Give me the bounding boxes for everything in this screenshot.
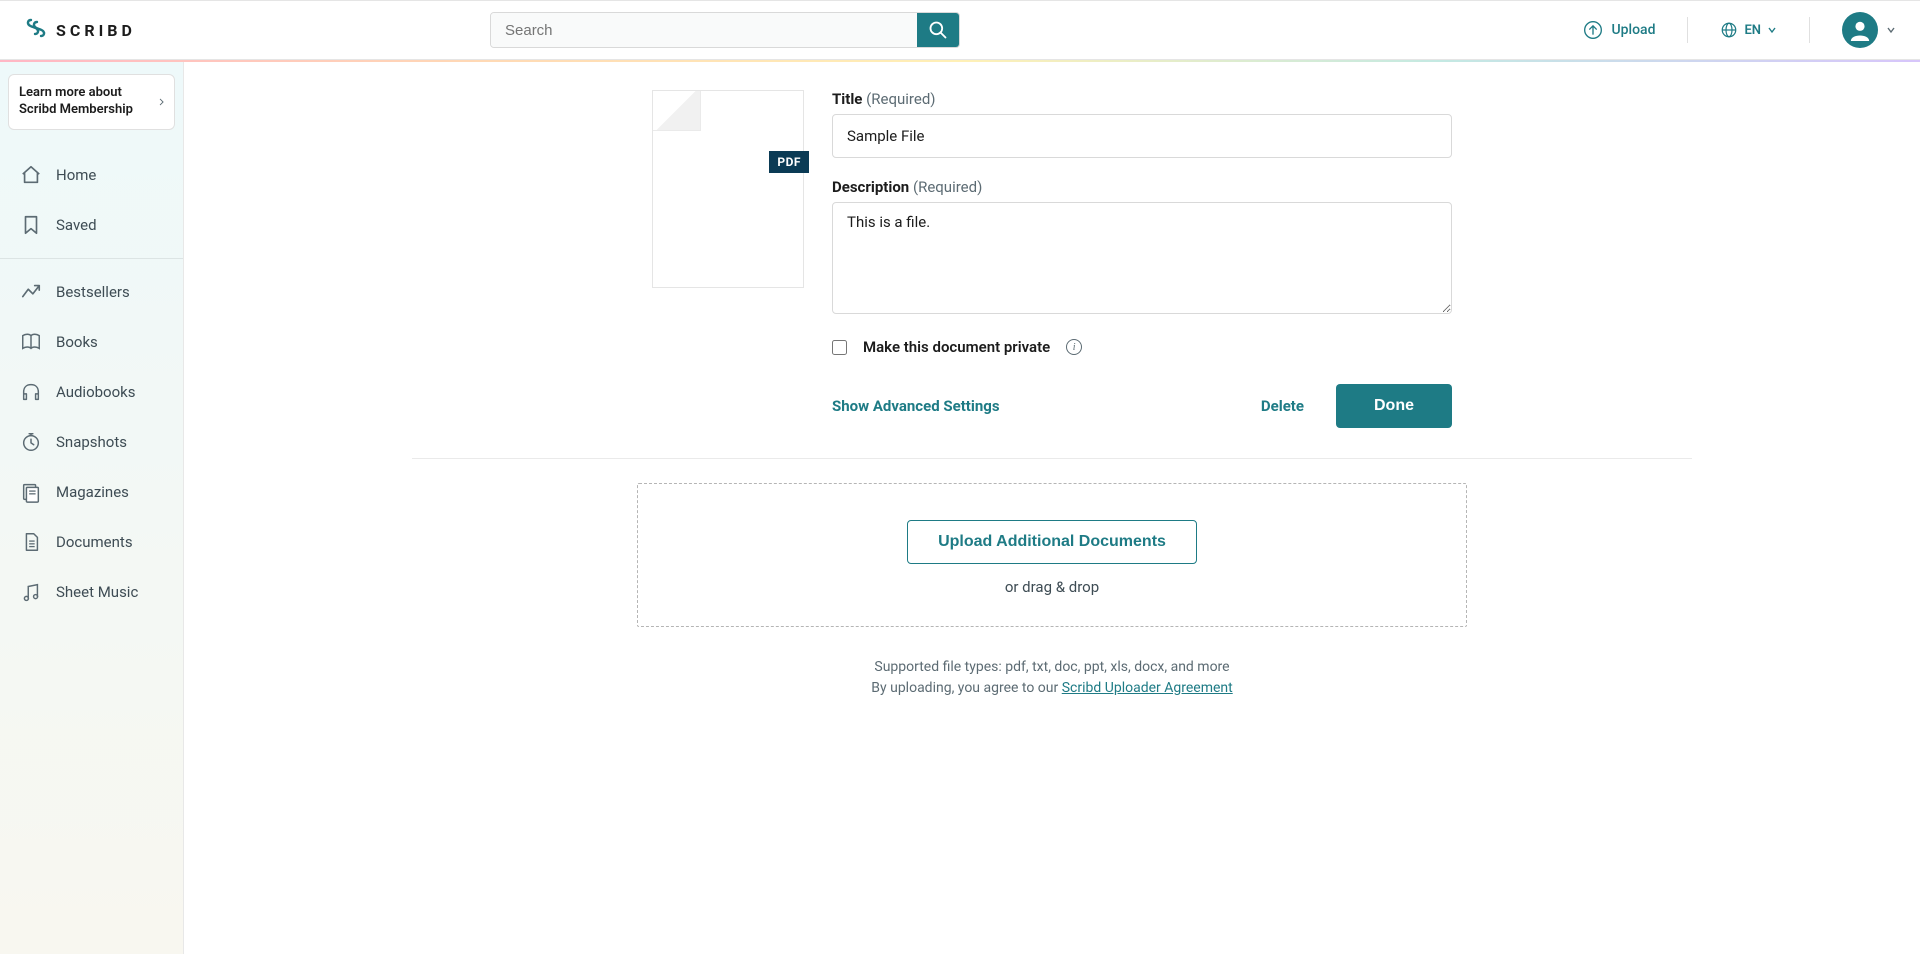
action-row: Show Advanced Settings Delete Done xyxy=(832,384,1452,428)
bestsellers-icon xyxy=(20,281,42,303)
advanced-settings-link[interactable]: Show Advanced Settings xyxy=(832,397,1000,415)
upload-label: Upload xyxy=(1611,22,1655,38)
accent-bar xyxy=(0,60,1920,62)
chevron-down-icon xyxy=(1886,25,1896,35)
search-input[interactable] xyxy=(491,13,917,47)
private-label[interactable]: Make this document private xyxy=(863,338,1050,356)
sidebar-item-label: Saved xyxy=(56,216,97,234)
sidebar-separator xyxy=(0,258,183,259)
header: SCRIBD Upload EN xyxy=(0,0,1920,60)
sidebar-item-label: Home xyxy=(56,166,96,184)
sidebar-item-label: Documents xyxy=(56,533,133,551)
form-fields: Title (Required) Description (Required) … xyxy=(832,90,1452,428)
file-preview: PDF xyxy=(652,90,804,288)
title-input[interactable] xyxy=(832,114,1452,158)
separator xyxy=(1687,17,1688,43)
brand-logo[interactable]: SCRIBD xyxy=(24,16,204,44)
info-icon[interactable]: i xyxy=(1066,339,1082,355)
file-type-badge: PDF xyxy=(769,151,809,173)
chevron-right-icon xyxy=(159,95,164,109)
sidebar-item-label: Snapshots xyxy=(56,433,127,451)
private-checkbox-row: Make this document private i xyxy=(832,338,1452,356)
user-menu[interactable] xyxy=(1842,12,1896,48)
description-input[interactable]: This is a file. xyxy=(832,202,1452,314)
search-bar xyxy=(490,12,960,48)
dropzone-section: Upload Additional Documents or drag & dr… xyxy=(412,459,1692,739)
search-button[interactable] xyxy=(917,13,959,47)
books-icon xyxy=(20,331,42,353)
sheetmusic-icon xyxy=(20,581,42,603)
sidebar-item-snapshots[interactable]: Snapshots xyxy=(0,417,183,467)
sidebar-item-books[interactable]: Books xyxy=(0,317,183,367)
description-label: Description (Required) xyxy=(832,178,1452,196)
sidebar-item-saved[interactable]: Saved xyxy=(0,200,183,250)
magazines-icon xyxy=(20,481,42,503)
scribd-logo-icon xyxy=(24,16,48,44)
support-text: Supported file types: pdf, txt, doc, ppt… xyxy=(412,657,1692,699)
sidebar-item-sheetmusic[interactable]: Sheet Music xyxy=(0,567,183,617)
sidebar-item-label: Bestsellers xyxy=(56,283,130,301)
snapshots-icon xyxy=(20,431,42,453)
upload-form: PDF Title (Required) Description (Requir… xyxy=(412,62,1692,459)
sidebar-item-audiobooks[interactable]: Audiobooks xyxy=(0,367,183,417)
dropzone[interactable]: Upload Additional Documents or drag & dr… xyxy=(637,483,1467,627)
delete-button[interactable]: Delete xyxy=(1261,397,1304,415)
private-checkbox[interactable] xyxy=(832,340,847,355)
sidebar-item-bestsellers[interactable]: Bestsellers xyxy=(0,267,183,317)
page-fold-icon xyxy=(653,91,701,131)
sidebar-item-label: Magazines xyxy=(56,483,129,501)
separator xyxy=(1809,17,1810,43)
done-button[interactable]: Done xyxy=(1336,384,1452,428)
sidebar-item-magazines[interactable]: Magazines xyxy=(0,467,183,517)
globe-icon xyxy=(1720,21,1738,39)
search-icon xyxy=(928,20,948,40)
sidebar-item-label: Audiobooks xyxy=(56,383,136,401)
avatar xyxy=(1842,12,1878,48)
sidebar-item-documents[interactable]: Documents xyxy=(0,517,183,567)
audiobooks-icon xyxy=(20,381,42,403)
chevron-down-icon xyxy=(1767,25,1777,35)
sidebar-item-label: Books xyxy=(56,333,98,351)
upload-icon xyxy=(1583,20,1603,40)
drag-drop-text: or drag & drop xyxy=(638,578,1466,596)
language-selector[interactable]: EN xyxy=(1720,21,1777,39)
user-icon xyxy=(1849,19,1871,41)
uploader-agreement-link[interactable]: Scribd Uploader Agreement xyxy=(1062,680,1233,696)
sidebar-item-label: Sheet Music xyxy=(56,583,138,601)
home-icon xyxy=(20,164,42,186)
main-content: PDF Title (Required) Description (Requir… xyxy=(184,62,1920,954)
sidebar-item-home[interactable]: Home xyxy=(0,150,183,200)
membership-text: Learn more about Scribd Membership xyxy=(19,85,159,119)
brand-text: SCRIBD xyxy=(56,21,136,40)
sidebar: Learn more about Scribd Membership Home S… xyxy=(0,62,184,954)
saved-icon xyxy=(20,214,42,236)
documents-icon xyxy=(20,531,42,553)
title-label: Title (Required) xyxy=(832,90,1452,108)
upload-additional-button[interactable]: Upload Additional Documents xyxy=(907,520,1197,564)
language-label: EN xyxy=(1744,23,1761,38)
upload-link[interactable]: Upload xyxy=(1583,20,1655,40)
membership-card[interactable]: Learn more about Scribd Membership xyxy=(8,74,175,130)
